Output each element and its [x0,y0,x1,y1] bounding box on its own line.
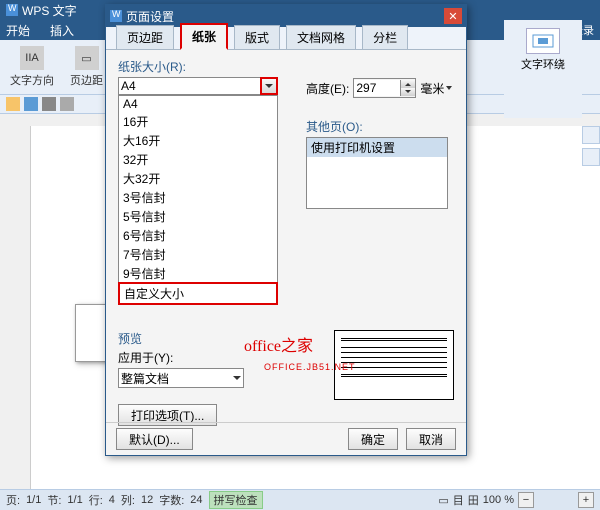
page-margin-button[interactable]: ▭ 页边距 [66,44,107,90]
view-icon-2[interactable]: 目 [453,492,464,508]
text-direction-button[interactable]: IIA 文字方向 [6,44,58,90]
chars-label: 字数: [159,492,184,508]
opt-32k[interactable]: 32开 [119,150,277,169]
watermark-sub: OFFICE.JB51.NET [264,362,356,372]
text-wrap-icon [526,28,560,54]
left-sidebar [0,126,31,490]
other-pages-label: 其他页(O): [306,118,448,135]
text-wrap-label: 文字环绕 [521,56,565,72]
zoom-value: 100 % [483,494,514,506]
page-margin-icon: ▭ [75,46,99,70]
open-icon[interactable] [6,97,20,111]
text-direction-label: 文字方向 [10,72,54,88]
tab-layout[interactable]: 版式 [234,25,280,49]
paper-size-label: 纸张大小(R): [118,58,454,75]
cancel-button[interactable]: 取消 [406,428,456,450]
tab-grid[interactable]: 文档网格 [286,25,356,49]
apply-to-value: 整篇文档 [121,370,169,387]
height-label: 高度(E): [306,80,349,97]
other-pages-group: 其他页(O): 使用打印机设置 [306,118,448,209]
spellcheck-toggle[interactable]: 拼写检查 [209,491,263,509]
height-spinner-buttons[interactable] [400,80,415,96]
paper-size-dropdown-button[interactable] [260,77,278,95]
chars-value: 24 [190,494,202,506]
statusbar: 页: 1/1 节: 1/1 行: 4 列: 12 字数: 24 拼写检查 ▭ 目 田 10… [0,489,600,510]
dialog-title: 页面设置 [126,8,174,25]
other-pages-list[interactable]: 使用打印机设置 [306,137,448,209]
text-wrap-button[interactable]: 文字环绕 [508,24,578,76]
tab-columns[interactable]: 分栏 [362,25,408,49]
side-tab-2[interactable] [582,148,600,166]
preview-icon[interactable] [60,97,74,111]
print-icon[interactable] [42,97,56,111]
ok-button[interactable]: 确定 [348,428,398,450]
row-value: 4 [109,494,115,506]
paper-size-combo: A4 16开 大16开 32开 大32开 3号信封 5号信封 6号信封 7号信封… [118,77,278,95]
opt-big32k[interactable]: 大32开 [119,169,277,188]
height-spinner[interactable] [353,78,416,98]
dialog-titlebar[interactable]: 页面设置 ✕ [106,5,466,27]
tab-margin[interactable]: 页边距 [116,25,174,49]
close-button[interactable]: ✕ [444,8,462,24]
opt-env6[interactable]: 6号信封 [119,226,277,245]
paper-size-input[interactable] [118,77,278,95]
zoom-controls: ▭ 目 田 100 % − + [438,492,594,508]
opt-env7[interactable]: 7号信封 [119,245,277,264]
tab-paper[interactable]: 纸张 [180,23,228,50]
opt-env5[interactable]: 5号信封 [119,207,277,226]
opt-env3[interactable]: 3号信封 [119,188,277,207]
section-value: 1/1 [67,494,82,506]
opt-big16k[interactable]: 大16开 [119,131,277,150]
dialog-footer: 默认(D)... 确定 取消 [106,422,466,455]
dialog-tabs: 页边距 纸张 版式 文档网格 分栏 [106,27,466,50]
dialog-body: 纸张大小(R): A4 16开 大16开 32开 大32开 3号信封 5号信封 … [106,50,466,436]
text-direction-icon: IIA [20,46,44,70]
height-input[interactable] [354,80,400,96]
opt-env9[interactable]: 9号信封 [119,264,277,283]
apply-to-select[interactable]: 整篇文档 [118,368,244,388]
zoom-out-button[interactable]: − [518,492,534,508]
zoom-in-button[interactable]: + [578,492,594,508]
section-label: 节: [47,492,61,508]
app-title: WPS 文字 [22,2,77,19]
row-label: 行: [89,492,103,508]
side-tab-1[interactable] [582,126,600,144]
view-icon-1[interactable]: ▭ [438,494,448,507]
col-value: 12 [141,494,153,506]
unit-dropdown[interactable]: 毫米 [420,80,452,97]
dialog-icon [110,10,122,22]
opt-a4[interactable]: A4 [119,96,277,112]
watermark-text: office之家 [244,332,313,356]
right-toolbar: 文字环绕 [504,20,582,118]
view-icon-3[interactable]: 田 [468,492,479,508]
page-label: 页: [6,492,20,508]
other-pages-selected[interactable]: 使用打印机设置 [307,138,447,157]
page-setup-dialog: 页面设置 ✕ 页边距 纸张 版式 文档网格 分栏 纸张大小(R): A4 16开… [105,4,467,456]
page-value: 1/1 [26,494,41,506]
ribbon-tab-start[interactable]: 开始 [6,22,30,39]
wps-logo-icon [6,4,18,16]
save-icon[interactable] [24,97,38,111]
ribbon-tab-insert[interactable]: 插入 [50,22,74,39]
paper-size-dropdown: A4 16开 大16开 32开 大32开 3号信封 5号信封 6号信封 7号信封… [118,95,278,305]
default-button[interactable]: 默认(D)... [116,428,193,450]
page-margin-label: 页边距 [70,72,103,88]
opt-16k[interactable]: 16开 [119,112,277,131]
opt-custom[interactable]: 自定义大小 [118,282,278,305]
col-label: 列: [121,492,135,508]
height-group: 高度(E): 毫米 [306,78,452,98]
side-tabs [582,126,600,166]
